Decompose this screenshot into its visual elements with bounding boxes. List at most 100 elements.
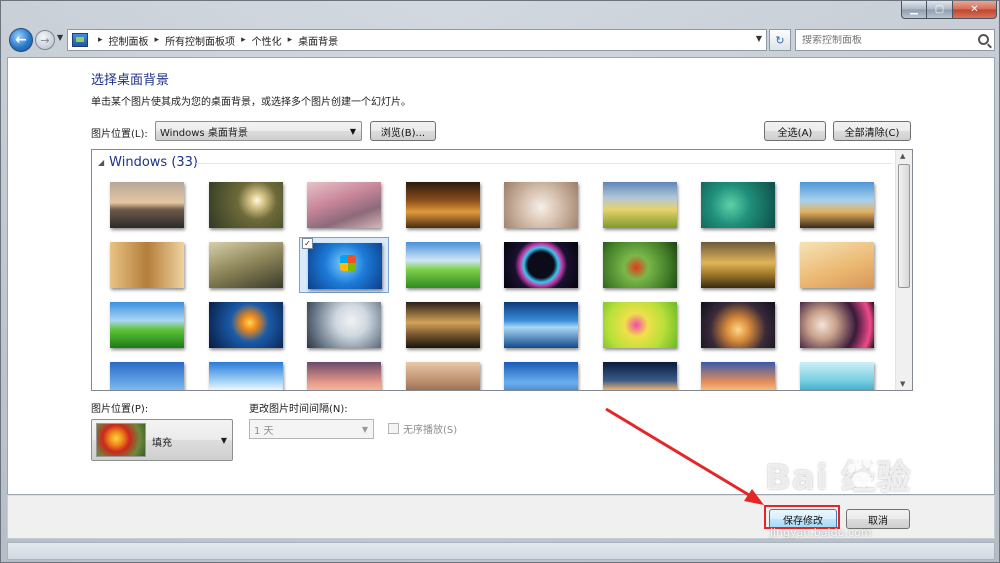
position-preview-image — [96, 423, 146, 457]
thumbnail-image — [405, 182, 480, 228]
thumbnail-image — [208, 302, 283, 348]
breadcrumb-item[interactable]: 个性化 — [252, 33, 282, 48]
thumbnail-image — [110, 362, 184, 390]
chevron-right-icon[interactable]: ▸ — [241, 35, 246, 45]
wallpaper-thumbnail-ladybugs-leaves[interactable] — [602, 242, 693, 298]
wallpaper-thumbnail-green-hills[interactable] — [405, 242, 496, 298]
browse-button[interactable]: 浏览(B)... — [370, 121, 436, 141]
cancel-button[interactable]: 取消 — [846, 509, 910, 529]
thumbnail-image — [602, 242, 677, 288]
wallpaper-thumbnail-sea-anemone[interactable] — [701, 182, 791, 238]
wallpaper-thumbnail-teal-horizon[interactable] — [799, 362, 890, 390]
wallpaper-thumbnail-flower-vector-art[interactable] — [602, 302, 693, 358]
wallpaper-thumbnail-dusk-sea[interactable] — [602, 362, 693, 390]
back-button[interactable]: ← — [9, 28, 33, 52]
thumbnail-image — [110, 182, 184, 228]
windows-logo-icon — [340, 255, 356, 271]
wallpaper-thumbnail-glowing-ring[interactable] — [504, 242, 594, 298]
wallpaper-thumbnail-kitten-sleeping[interactable] — [504, 182, 594, 238]
address-bar[interactable]: ▸ 控制面板 ▸ 所有控制面板项 ▸ 个性化 ▸ 桌面背景 ▼ — [67, 29, 767, 51]
scroll-down-icon[interactable]: ▼ — [900, 380, 905, 388]
thumbnail-image — [602, 302, 677, 348]
thumbnail-image — [701, 242, 775, 288]
search-box[interactable] — [795, 29, 995, 51]
wallpaper-thumbnail-pink-sunset[interactable] — [307, 362, 397, 390]
chevron-down-icon: ▼ — [220, 436, 227, 445]
wallpaper-thumbnail-golden-city[interactable] — [405, 302, 496, 358]
wallpaper-thumbnail-green-grass-sky[interactable] — [110, 302, 200, 358]
chevron-right-icon[interactable]: ▸ — [288, 35, 293, 45]
shuffle-checkbox[interactable] — [388, 423, 399, 434]
thumbnail-image — [405, 302, 480, 348]
red-highlight-box — [764, 505, 840, 529]
shuffle-option[interactable]: 无序播放(S) — [388, 421, 457, 436]
page-title: 选择桌面背景 — [91, 73, 170, 88]
breadcrumb-item[interactable]: 控制面板 — [109, 33, 149, 48]
thumbnail-image — [208, 362, 283, 390]
wallpaper-thumbnail-field-balloon[interactable] — [602, 182, 693, 238]
thumbnail-image — [799, 242, 874, 288]
wallpaper-thumbnail-windows-logo[interactable]: ✓ — [299, 237, 389, 293]
arrow-left-icon: ← — [15, 32, 27, 48]
content-pane: 选择桌面背景 单击某个图片使其成为您的桌面背景，或选择多个图片创建一个幻灯片。 … — [7, 57, 995, 495]
breadcrumb-item[interactable]: 所有控制面板项 — [165, 33, 235, 48]
picture-location-select[interactable]: Windows 桌面背景 ▼ — [155, 121, 362, 141]
wallpaper-thumbnail-dry-branch[interactable] — [799, 242, 890, 298]
wallpaper-thumbnail-blue-bokeh-flower[interactable] — [208, 302, 299, 358]
scrollbar-thumb[interactable] — [898, 164, 910, 288]
address-dropdown-icon[interactable]: ▼ — [756, 34, 762, 43]
thumbnail-image — [504, 182, 578, 228]
check-icon[interactable]: ✓ — [302, 238, 313, 249]
thumbnail-image — [307, 302, 381, 348]
wallpaper-thumbnail-beach-rocks[interactable] — [799, 182, 890, 238]
wallpaper-thumbnail-white-clouds[interactable] — [208, 362, 299, 390]
chevron-down-icon: ▼ — [361, 425, 368, 434]
thumbnail-image — [701, 362, 775, 390]
wallpaper-thumbnail-wooden-pier[interactable] — [405, 362, 496, 390]
thumbnail-image — [701, 302, 775, 348]
chevron-right-icon[interactable]: ▸ — [98, 35, 103, 45]
window-controls: ▁ ▢ ✕ — [901, 1, 997, 19]
picture-position-select[interactable]: 填充 ▼ — [91, 419, 233, 461]
wallpaper-thumbnail-cherry-blossom[interactable] — [307, 302, 397, 358]
wallpaper-thumbnail-golden-dusk-field[interactable] — [701, 242, 791, 298]
refresh-icon: ↻ — [775, 33, 785, 47]
wallpaper-thumbnail-wheat-stalks[interactable] — [110, 242, 200, 298]
search-icon[interactable] — [978, 34, 989, 45]
wallpaper-thumbnail-golden-grass[interactable] — [405, 182, 496, 238]
chevron-right-icon[interactable]: ▸ — [155, 35, 160, 45]
select-all-button[interactable]: 全选(A) — [764, 121, 826, 141]
close-button[interactable]: ✕ — [953, 1, 997, 19]
gallery-group-header[interactable]: ◢ Windows (33) — [98, 155, 198, 170]
wallpaper-thumbnail-dragonfly-branch[interactable] — [208, 242, 299, 298]
thumbnail-image — [799, 302, 874, 348]
maximize-button[interactable]: ▢ — [927, 1, 953, 19]
wallpaper-thumbnail-blue-ocean-sky[interactable] — [504, 302, 594, 358]
chevron-down-icon: ▼ — [349, 127, 356, 136]
history-dropdown-icon[interactable]: ▼ — [57, 33, 63, 42]
thumbnail-image — [602, 362, 677, 390]
clear-all-button[interactable]: 全部清除(C) — [833, 121, 911, 141]
refresh-button[interactable]: ↻ — [769, 29, 791, 51]
wallpaper-thumbnail-ocean-horizon[interactable] — [504, 362, 594, 390]
thumbnail-image — [405, 362, 480, 390]
forward-button[interactable]: → — [35, 30, 55, 50]
wallpaper-thumbnail-pink-grass[interactable] — [307, 182, 397, 238]
thumbnail-image — [799, 182, 874, 228]
interval-select[interactable]: 1 天 ▼ — [249, 419, 374, 439]
gallery-scrollbar[interactable]: ▲ ▼ — [895, 150, 912, 390]
scroll-up-icon[interactable]: ▲ — [900, 152, 905, 160]
wallpaper-thumbnail-dandelion-flower[interactable] — [208, 182, 299, 238]
collapse-triangle-icon[interactable]: ◢ — [98, 158, 104, 167]
interval-label: 更改图片时间间隔(N): — [249, 404, 348, 415]
wallpaper-thumbnail-teacup-bokeh[interactable] — [799, 302, 890, 358]
wallpaper-thumbnail-orange-sky[interactable] — [701, 362, 791, 390]
minimize-button[interactable]: ▁ — [901, 1, 927, 19]
wallpaper-thumbnail-paper-lanterns[interactable] — [701, 302, 791, 358]
wallpaper-thumbnail-sunset-beach[interactable] — [110, 182, 200, 238]
thumbnail-image — [504, 362, 578, 390]
thumbnail-image — [208, 242, 283, 288]
search-input[interactable] — [802, 34, 972, 46]
wallpaper-thumbnail-blue-sky-row4[interactable] — [110, 362, 200, 390]
breadcrumb-item[interactable]: 桌面背景 — [298, 33, 338, 48]
